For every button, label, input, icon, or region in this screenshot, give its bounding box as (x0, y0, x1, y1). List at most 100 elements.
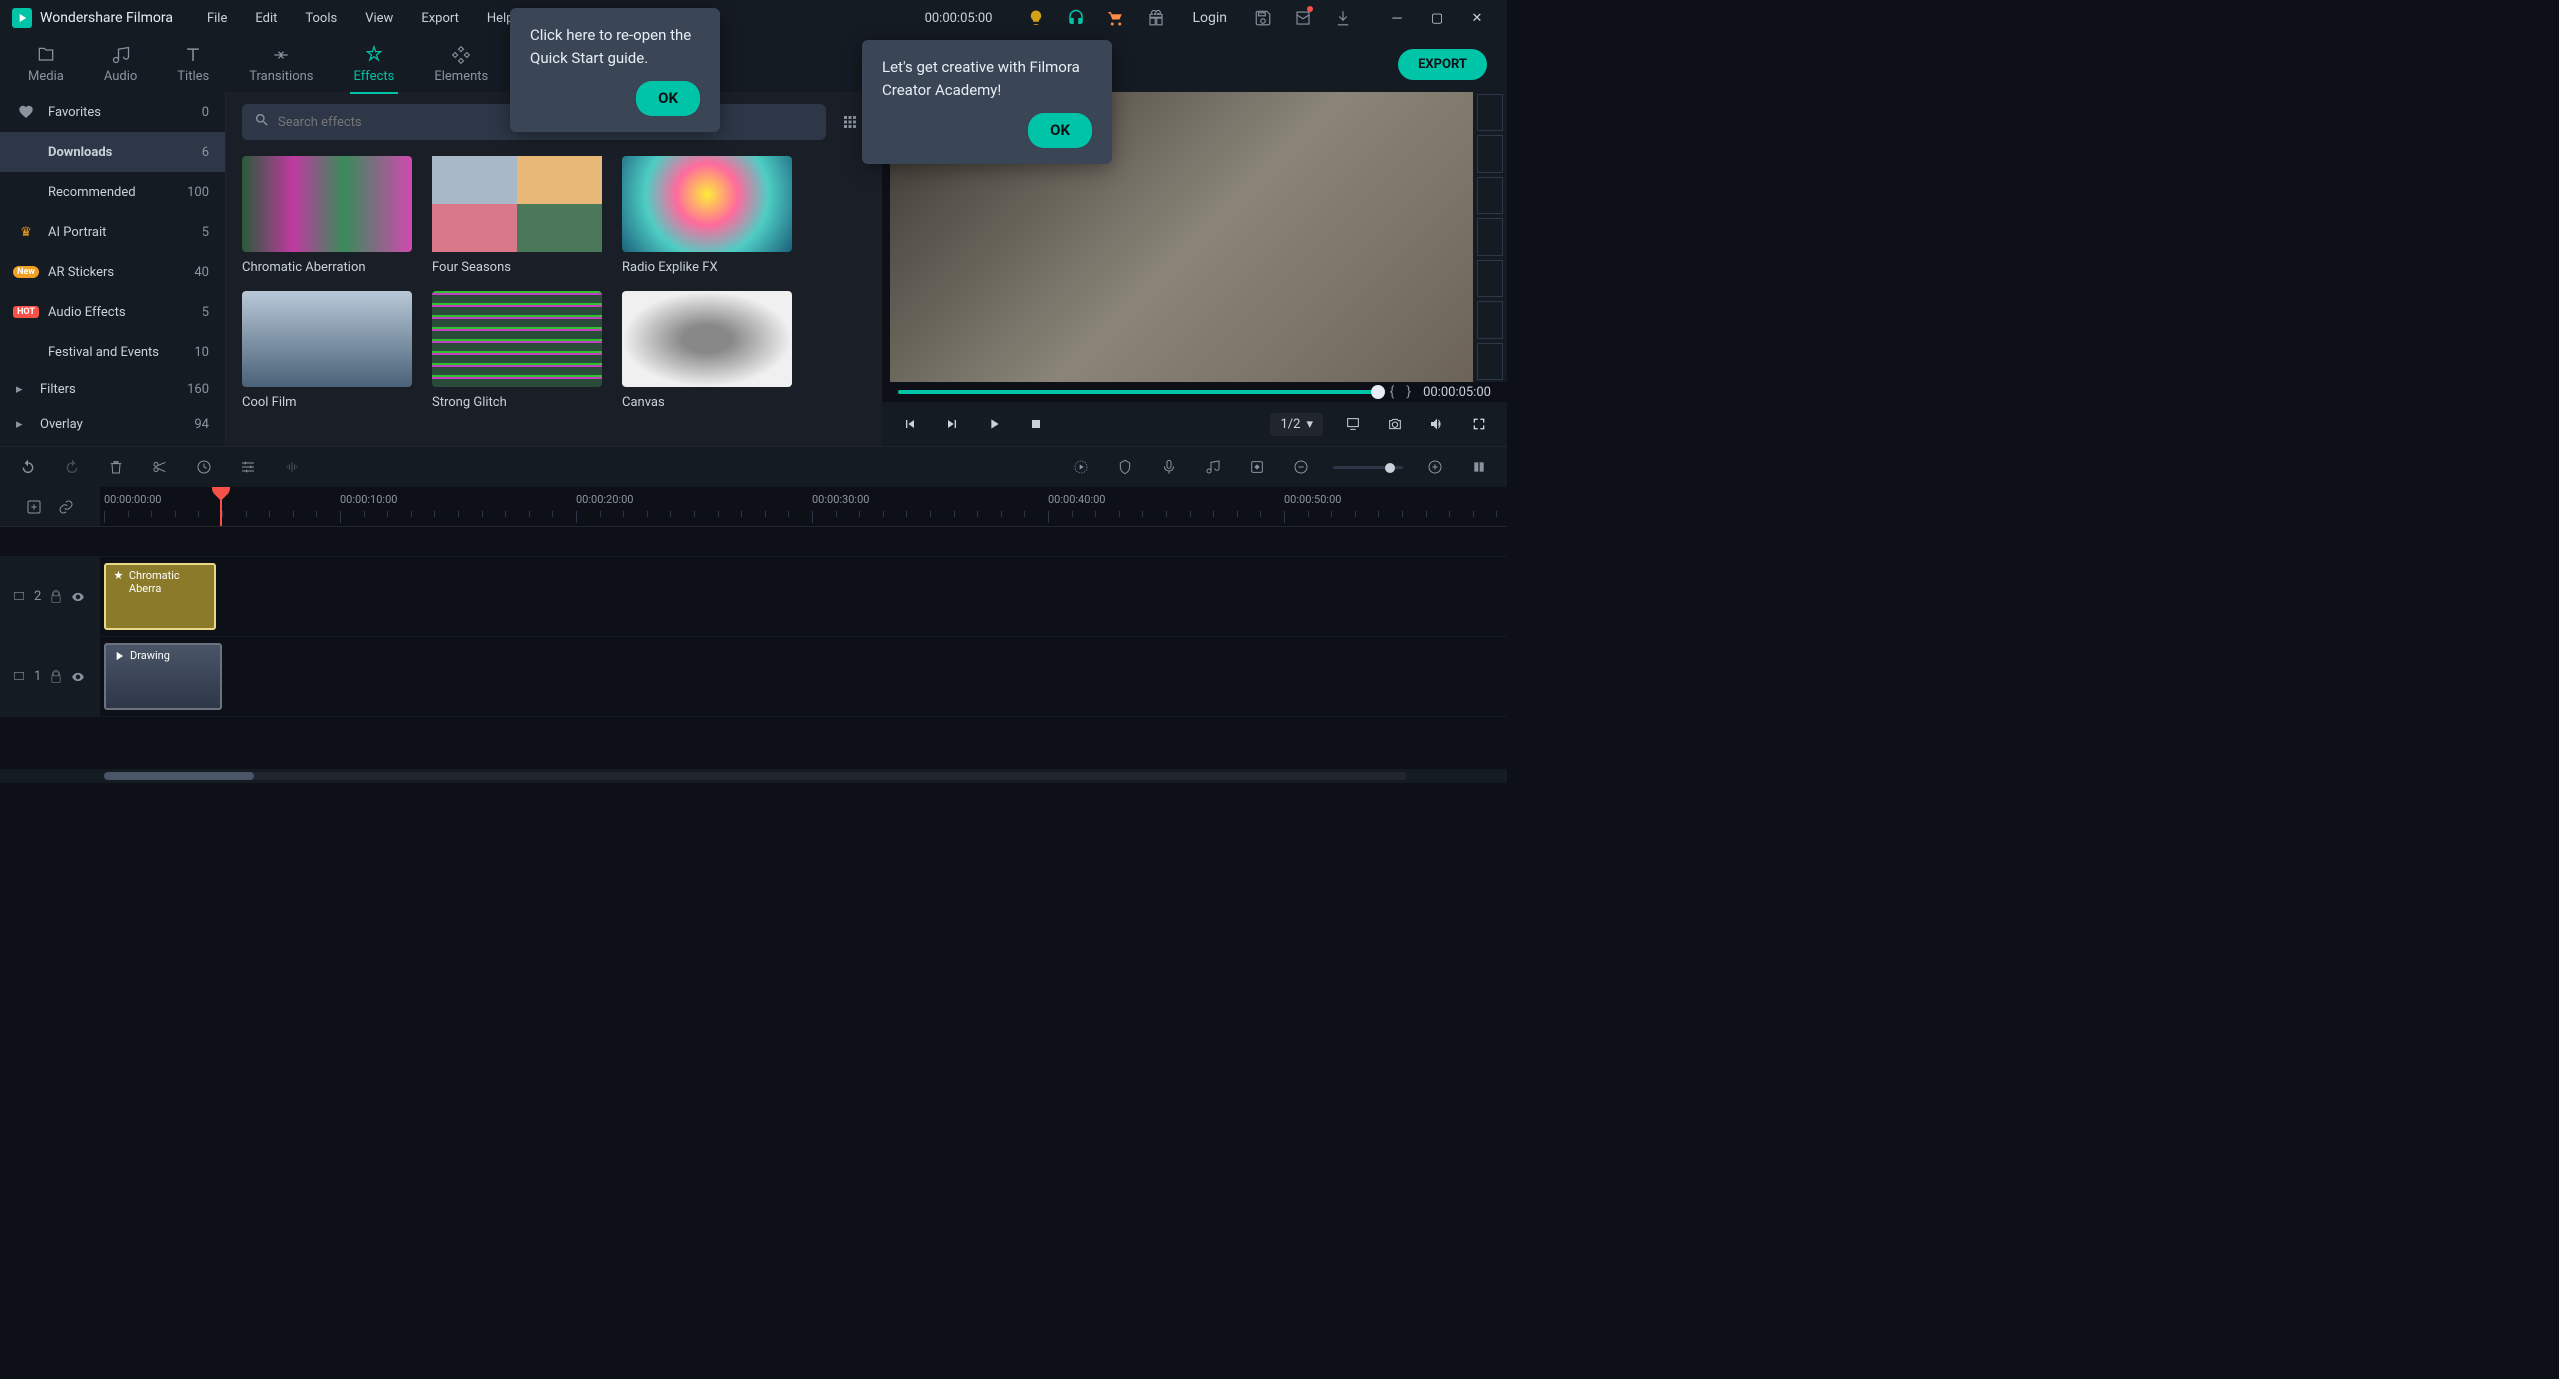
tab-elements[interactable]: Elements (414, 37, 508, 92)
effect-label: Strong Glitch (432, 395, 602, 410)
timeline-ruler-row: 00:00:00:0000:00:10:0000:00:20:0000:00:3… (0, 487, 1507, 527)
cart-icon[interactable] (1100, 2, 1132, 34)
timeline-ruler[interactable]: 00:00:00:0000:00:10:0000:00:20:0000:00:3… (100, 487, 1507, 526)
adjust-button[interactable] (236, 455, 260, 479)
effect-card[interactable]: Strong Glitch (432, 291, 602, 410)
display-icon[interactable] (1341, 412, 1365, 436)
zoom-handle[interactable] (1385, 463, 1395, 473)
ruler-label: 00:00:50:00 (1284, 493, 1341, 506)
save-icon[interactable] (1247, 2, 1279, 34)
scrollbar-thumb[interactable] (104, 772, 254, 780)
fullscreen-icon[interactable] (1467, 412, 1491, 436)
preview-controls: 1/2▾ (882, 402, 1507, 446)
sidebar-item-ar-stickers[interactable]: NewAR Stickers40 (0, 252, 225, 292)
zoom-fit-button[interactable] (1467, 455, 1491, 479)
sidebar-item-filters[interactable]: ▸Filters160 (0, 372, 225, 407)
effect-label: Four Seasons (432, 260, 602, 275)
tooltip-academy: Let's get creative with Filmora Creator … (862, 40, 1112, 164)
zoom-slider[interactable] (1333, 466, 1403, 469)
prev-frame-button[interactable] (898, 412, 922, 436)
new-badge: New (13, 266, 39, 278)
preview-seek-bar[interactable] (898, 390, 1378, 394)
mail-icon[interactable] (1287, 2, 1319, 34)
timeline-scrollbar[interactable] (0, 769, 1507, 783)
split-button[interactable] (148, 455, 172, 479)
menu-file[interactable]: File (197, 7, 237, 30)
tooltip-ok-button[interactable]: OK (636, 81, 700, 116)
sidebar-item-festival[interactable]: Festival and Events10 (0, 332, 225, 372)
effect-card[interactable]: Four Seasons (432, 156, 602, 275)
sidebar-item-audio-effects[interactable]: HOTAudio Effects5 (0, 292, 225, 332)
keyframe-button[interactable] (1245, 455, 1269, 479)
effect-card[interactable]: Canvas (622, 291, 792, 410)
speed-button[interactable] (192, 455, 216, 479)
link-button[interactable] (54, 495, 78, 519)
undo-button[interactable] (16, 455, 40, 479)
lock-icon[interactable] (49, 590, 63, 604)
menu-export[interactable]: Export (411, 7, 469, 30)
menu-tools[interactable]: Tools (295, 7, 347, 30)
next-frame-button[interactable] (940, 412, 964, 436)
audio-adjust-button[interactable] (280, 455, 304, 479)
snapshot-icon[interactable] (1383, 412, 1407, 436)
audio-mixer-button[interactable] (1201, 455, 1225, 479)
tab-effects[interactable]: Effects (334, 37, 415, 92)
tab-transitions[interactable]: Transitions (229, 37, 333, 92)
effect-card[interactable]: Radio Explike FX (622, 156, 792, 275)
play-button[interactable] (982, 412, 1006, 436)
redo-button[interactable] (60, 455, 84, 479)
effects-panel: Chromatic Aberration Four Seasons Radio Ex… (226, 92, 882, 446)
sidebar-item-recommended[interactable]: Recommended100 (0, 172, 225, 212)
effect-thumbnail (622, 156, 792, 252)
tips-icon[interactable] (1020, 2, 1052, 34)
eye-icon[interactable] (71, 590, 85, 604)
marker-button[interactable] (1113, 455, 1137, 479)
star-icon (112, 569, 125, 583)
mark-in-icon[interactable]: { (1390, 384, 1395, 400)
track-head-effects: 2 (0, 557, 100, 636)
tab-audio[interactable]: Audio (84, 37, 157, 92)
volume-icon[interactable] (1425, 412, 1449, 436)
login-button[interactable]: Login (1180, 10, 1239, 26)
playhead[interactable] (220, 487, 222, 526)
timeline-clip-effect[interactable]: Chromatic Aberra (104, 563, 216, 630)
export-button[interactable]: EXPORT (1398, 49, 1487, 80)
voiceover-button[interactable] (1157, 455, 1181, 479)
zoom-in-button[interactable] (1423, 455, 1447, 479)
tooltip-ok-button[interactable]: OK (1028, 113, 1092, 148)
tab-media[interactable]: Media (8, 37, 84, 92)
tab-titles[interactable]: Titles (157, 37, 229, 92)
filmstrip (1473, 92, 1507, 382)
gift-icon[interactable] (1140, 2, 1172, 34)
menu-view[interactable]: View (355, 7, 403, 30)
sidebar-item-overlay[interactable]: ▸Overlay94 (0, 407, 225, 442)
effect-label: Chromatic Aberration (242, 260, 412, 275)
ruler-label: 00:00:40:00 (1048, 493, 1105, 506)
mark-out-icon[interactable]: } (1406, 384, 1411, 400)
maximize-button[interactable]: ▢ (1419, 2, 1455, 34)
effect-card[interactable]: Cool Film (242, 291, 412, 410)
seek-thumb[interactable] (1371, 385, 1385, 399)
support-icon[interactable] (1060, 2, 1092, 34)
zoom-out-button[interactable] (1289, 455, 1313, 479)
render-button[interactable] (1069, 455, 1093, 479)
effect-card[interactable]: Chromatic Aberration (242, 156, 412, 275)
preview-zoom-select[interactable]: 1/2▾ (1270, 413, 1323, 436)
stop-button[interactable] (1024, 412, 1048, 436)
timeline-clip-video[interactable]: Drawing (104, 643, 222, 710)
track-body-video[interactable]: Drawing (100, 637, 1507, 716)
sidebar-item-favorites[interactable]: Favorites0 (0, 92, 225, 132)
titlebar-timecode: 00:00:05:00 (925, 11, 993, 26)
timeline-tracks: 2 Chromatic Aberra 1 Drawi (0, 527, 1507, 769)
lock-icon[interactable] (49, 670, 63, 684)
sidebar-item-ai-portrait[interactable]: ♛AI Portrait5 (0, 212, 225, 252)
track-body-effects[interactable]: Chromatic Aberra (100, 557, 1507, 636)
sidebar-item-downloads[interactable]: Downloads6 (0, 132, 225, 172)
menu-edit[interactable]: Edit (245, 7, 287, 30)
add-track-button[interactable] (22, 495, 46, 519)
eye-icon[interactable] (71, 670, 85, 684)
delete-button[interactable] (104, 455, 128, 479)
close-button[interactable]: ✕ (1459, 2, 1495, 34)
download-icon[interactable] (1327, 2, 1359, 34)
minimize-button[interactable]: ─ (1379, 2, 1415, 34)
